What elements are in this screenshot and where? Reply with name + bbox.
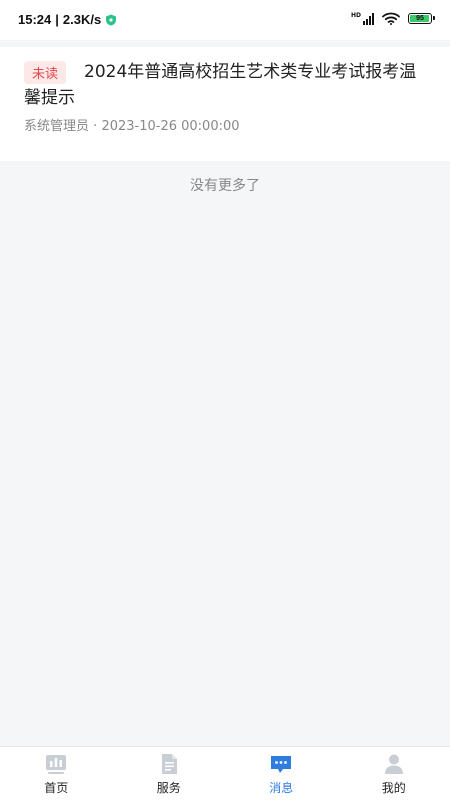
tab-messages-label: 消息 <box>269 779 293 796</box>
meta-separator: · <box>93 119 97 134</box>
chat-bubble-icon <box>269 752 293 776</box>
tab-service-label: 服务 <box>157 779 181 796</box>
status-time: 15:24 <box>18 12 51 27</box>
tab-messages[interactable]: 消息 <box>225 747 338 801</box>
tab-service[interactable]: 服务 <box>113 747 226 801</box>
battery-icon: 95 <box>408 13 432 24</box>
message-title: 2024年普通高校招生艺术类专业考试报考温馨提示 <box>24 59 424 111</box>
home-chart-icon <box>44 752 68 776</box>
document-icon <box>157 752 181 776</box>
person-icon <box>382 752 406 776</box>
message-datetime: 2023-10-26 00:00:00 <box>101 119 239 134</box>
status-left: 15:24 | 2.3K/s <box>18 12 117 27</box>
network-speed: 2.3K/s <box>63 12 101 27</box>
message-sender: 系统管理员 <box>24 119 89 134</box>
shield-icon <box>105 14 117 26</box>
message-item[interactable]: 未读 2024年普通高校招生艺术类专业考试报考温馨提示 系统管理员 · 2023… <box>0 47 450 161</box>
battery-level: 95 <box>416 15 424 22</box>
tab-mine-label: 我的 <box>382 779 406 796</box>
bottom-tab-bar: 首页 服务 消息 我的 <box>0 746 450 801</box>
wifi-icon <box>382 12 400 25</box>
message-meta: 系统管理员 · 2023-10-26 00:00:00 <box>24 115 240 134</box>
status-right: HD 95 <box>351 12 432 25</box>
signal-icon: HD <box>351 13 374 25</box>
no-more-text: 没有更多了 <box>0 175 450 195</box>
tab-mine[interactable]: 我的 <box>338 747 450 801</box>
status-divider: | <box>55 12 59 27</box>
tab-home-label: 首页 <box>44 779 68 796</box>
tab-home[interactable]: 首页 <box>0 747 113 801</box>
status-bar: 15:24 | 2.3K/s HD 95 <box>0 0 450 40</box>
